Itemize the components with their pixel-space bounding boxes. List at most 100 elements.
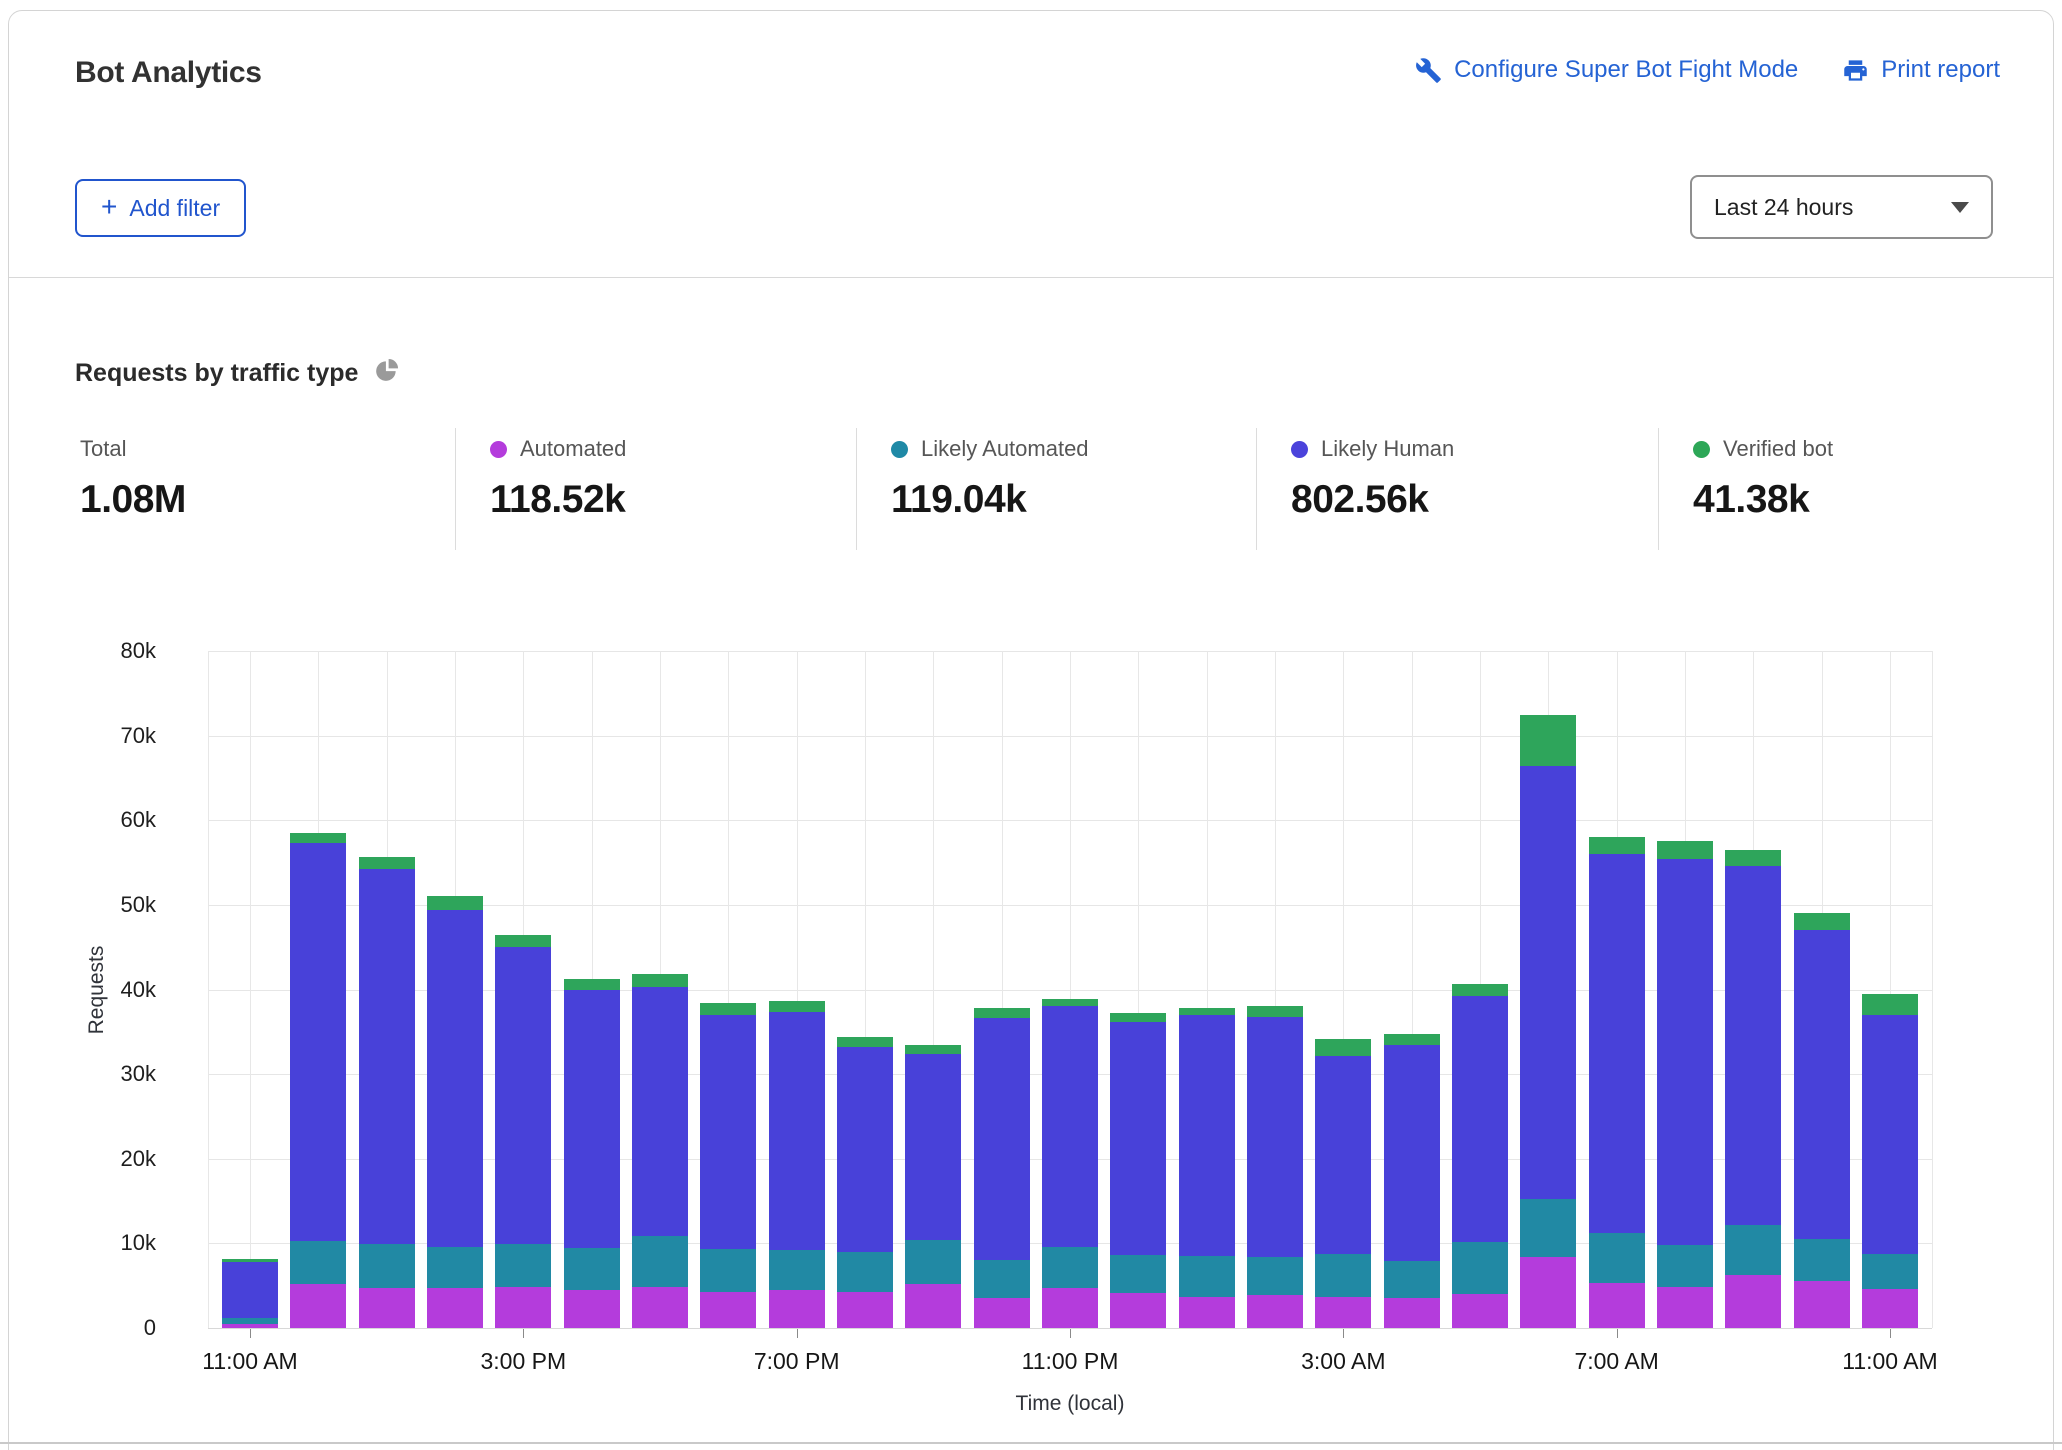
segment-automated bbox=[1862, 1289, 1918, 1328]
bar-10-9-00-pm[interactable] bbox=[905, 1045, 961, 1328]
bar-8-7-00-pm[interactable] bbox=[769, 1001, 825, 1328]
bar-7-6-00-pm[interactable] bbox=[700, 1003, 756, 1328]
x-tick-label: 11:00 PM bbox=[980, 1348, 1160, 1375]
segment-likely-automated bbox=[1247, 1257, 1303, 1295]
segment-likely-human bbox=[700, 1015, 756, 1249]
segment-automated bbox=[769, 1290, 825, 1328]
segment-likely-human bbox=[905, 1054, 961, 1240]
segment-likely-automated bbox=[974, 1260, 1030, 1297]
bar-2-1-00-pm[interactable] bbox=[359, 857, 415, 1328]
segment-likely-human bbox=[769, 1012, 825, 1250]
segment-verified-bot bbox=[1794, 913, 1850, 930]
segment-automated bbox=[1657, 1287, 1713, 1328]
segment-verified-bot bbox=[1452, 984, 1508, 996]
bar-18-5-00-am[interactable] bbox=[1452, 984, 1508, 1328]
segment-verified-bot bbox=[1725, 850, 1781, 866]
bar-17-4-00-am[interactable] bbox=[1384, 1034, 1440, 1328]
segment-likely-automated bbox=[359, 1244, 415, 1288]
bar-13-12-00-am[interactable] bbox=[1110, 1013, 1166, 1328]
segment-automated bbox=[700, 1292, 756, 1328]
bar-0-11-00-am[interactable] bbox=[222, 1259, 278, 1328]
bar-6-5-00-pm[interactable] bbox=[632, 974, 688, 1328]
segment-likely-human bbox=[1179, 1015, 1235, 1256]
segment-automated bbox=[1589, 1283, 1645, 1328]
bar-3-2-00-pm[interactable] bbox=[427, 896, 483, 1328]
y-tick-label: 10k bbox=[48, 1230, 156, 1256]
bar-15-2-00-am[interactable] bbox=[1247, 1006, 1303, 1328]
bar-4-3-00-pm[interactable] bbox=[495, 935, 551, 1328]
segment-likely-automated bbox=[769, 1250, 825, 1290]
x-tick-label: 11:00 AM bbox=[160, 1348, 340, 1375]
segment-likely-automated bbox=[700, 1249, 756, 1292]
bar-11-10-00-pm[interactable] bbox=[974, 1008, 1030, 1328]
bar-12-11-00-pm[interactable] bbox=[1042, 999, 1098, 1328]
bar-9-8-00-pm[interactable] bbox=[837, 1037, 893, 1328]
segment-automated bbox=[1179, 1297, 1235, 1328]
segment-likely-automated bbox=[1520, 1199, 1576, 1257]
y-axis-title: Requests bbox=[85, 890, 109, 1090]
segment-verified-bot bbox=[359, 857, 415, 870]
requests-by-traffic-type-chart: 010k20k30k40k50k60k70k80k11:00 AM3:00 PM… bbox=[0, 0, 2062, 1450]
segment-verified-bot bbox=[222, 1259, 278, 1262]
segment-automated bbox=[495, 1287, 551, 1328]
segment-verified-bot bbox=[1862, 994, 1918, 1015]
x-tick-label: 3:00 PM bbox=[433, 1348, 613, 1375]
segment-likely-human bbox=[1042, 1006, 1098, 1246]
segment-likely-human bbox=[1520, 766, 1576, 1199]
segment-verified-bot bbox=[837, 1037, 893, 1047]
bar-1-12-00-pm[interactable] bbox=[290, 833, 346, 1328]
segment-automated bbox=[1315, 1297, 1371, 1328]
bar-22-9-00-am[interactable] bbox=[1725, 850, 1781, 1328]
segment-verified-bot bbox=[700, 1003, 756, 1015]
segment-verified-bot bbox=[1520, 715, 1576, 766]
bot-analytics-page: Bot Analytics Configure Super Bot Fight … bbox=[0, 0, 2062, 1450]
segment-likely-human bbox=[632, 987, 688, 1236]
segment-likely-human bbox=[1589, 854, 1645, 1233]
segment-likely-human bbox=[1110, 1022, 1166, 1256]
segment-verified-bot bbox=[1179, 1008, 1235, 1015]
segment-likely-automated bbox=[1589, 1233, 1645, 1283]
segment-likely-automated bbox=[1179, 1256, 1235, 1297]
segment-automated bbox=[427, 1288, 483, 1328]
x-tick-mark bbox=[1617, 1329, 1618, 1338]
x-tick-label: 7:00 PM bbox=[707, 1348, 887, 1375]
segment-likely-human bbox=[290, 843, 346, 1241]
segment-verified-bot bbox=[290, 833, 346, 843]
segment-verified-bot bbox=[1589, 837, 1645, 854]
segment-verified-bot bbox=[905, 1045, 961, 1053]
bar-24-11-00-am[interactable] bbox=[1862, 994, 1918, 1328]
bar-14-1-00-am[interactable] bbox=[1179, 1008, 1235, 1328]
segment-likely-automated bbox=[1452, 1242, 1508, 1294]
bar-16-3-00-am[interactable] bbox=[1315, 1039, 1371, 1328]
bar-19-6-00-am[interactable] bbox=[1520, 715, 1576, 1328]
segment-likely-human bbox=[1247, 1017, 1303, 1257]
segment-likely-human bbox=[837, 1047, 893, 1252]
segment-likely-automated bbox=[1315, 1254, 1371, 1296]
segment-automated bbox=[290, 1284, 346, 1328]
bar-20-7-00-am[interactable] bbox=[1589, 837, 1645, 1328]
y-tick-label: 20k bbox=[48, 1146, 156, 1172]
segment-automated bbox=[974, 1298, 1030, 1328]
x-tick-mark bbox=[1890, 1329, 1891, 1338]
x-tick-mark bbox=[523, 1329, 524, 1338]
bar-21-8-00-am[interactable] bbox=[1657, 841, 1713, 1328]
segment-verified-bot bbox=[1384, 1034, 1440, 1046]
x-tick-mark bbox=[797, 1329, 798, 1338]
plot-boundary bbox=[208, 651, 209, 1328]
segment-likely-human bbox=[974, 1018, 1030, 1260]
segment-automated bbox=[837, 1292, 893, 1328]
segment-likely-automated bbox=[1862, 1254, 1918, 1290]
segment-verified-bot bbox=[632, 974, 688, 987]
x-gridline bbox=[250, 651, 251, 1328]
segment-verified-bot bbox=[769, 1001, 825, 1012]
segment-verified-bot bbox=[427, 896, 483, 910]
x-tick-mark bbox=[250, 1329, 251, 1338]
segment-likely-automated bbox=[495, 1244, 551, 1287]
x-tick-mark bbox=[1070, 1329, 1071, 1338]
segment-likely-automated bbox=[1110, 1255, 1166, 1293]
segment-likely-automated bbox=[564, 1248, 620, 1290]
segment-automated bbox=[905, 1284, 961, 1328]
bar-23-10-00-am[interactable] bbox=[1794, 913, 1850, 1328]
segment-likely-human bbox=[1725, 866, 1781, 1225]
bar-5-4-00-pm[interactable] bbox=[564, 978, 620, 1328]
